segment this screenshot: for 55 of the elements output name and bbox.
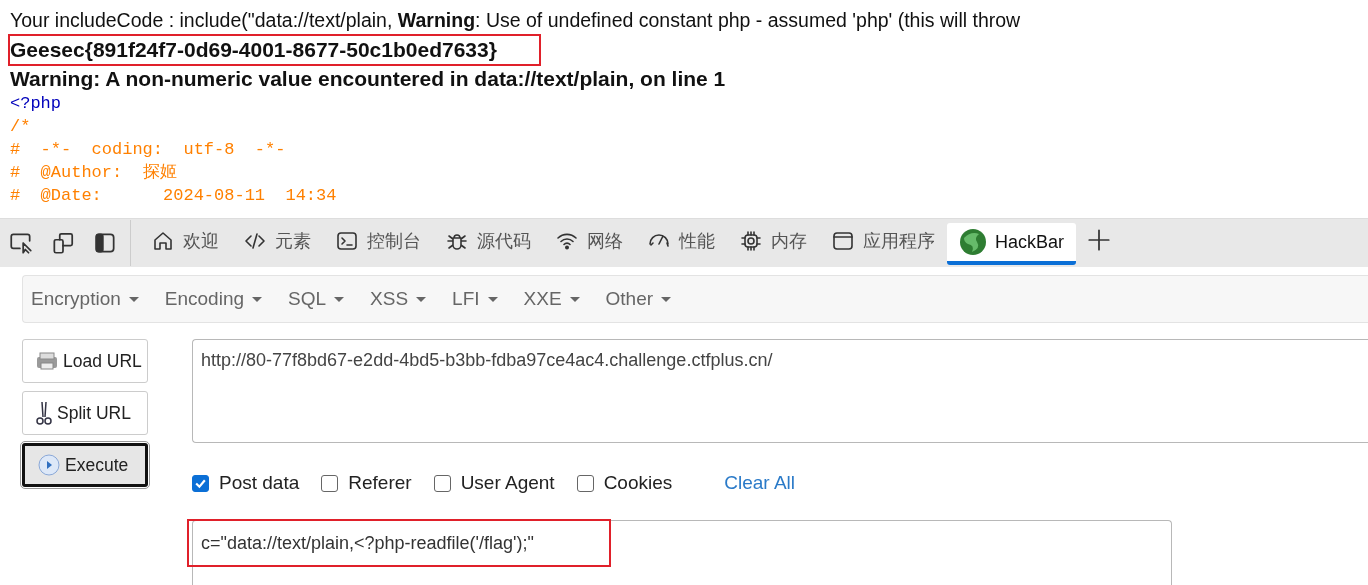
dropdown-menu[interactable]: Encryption: [31, 288, 139, 310]
devtools-tab[interactable]: 网络: [543, 222, 635, 264]
devtools-tab[interactable]: HackBar: [947, 223, 1077, 265]
checkbox-label: Post data: [219, 472, 300, 494]
checkbox[interactable]: [192, 474, 209, 492]
execute-button[interactable]: Execute: [22, 443, 148, 487]
device-icon: [50, 230, 76, 256]
source-code-line: # @Date: 2024-08-11 14:34: [10, 185, 337, 207]
source-code-line: <?php: [10, 93, 61, 115]
source-code-line: /*: [10, 116, 31, 138]
caret-icon: [252, 296, 262, 302]
window-icon: [831, 229, 855, 253]
dropdown-menu[interactable]: XSS: [370, 288, 427, 310]
checkbox-label: Referer: [348, 472, 412, 494]
dropdown-menu[interactable]: XXE: [523, 288, 580, 310]
checkbox[interactable]: [321, 474, 339, 492]
devtools-tab[interactable]: 元素: [231, 222, 323, 264]
sidebar-icon: [92, 230, 118, 256]
checkbox[interactable]: [576, 474, 594, 492]
caret-icon: [128, 296, 139, 302]
checkbox-label: Cookies: [603, 472, 673, 494]
devtools-tab[interactable]: 内存: [727, 222, 819, 264]
chip-icon: [739, 229, 763, 253]
split-url-button[interactable]: Split URL: [22, 391, 148, 435]
devtools-tab[interactable]: 控制台: [323, 222, 433, 264]
flag-text: Geesec{891f24f7-0d69-4001-8677-50c1b0ed7633}: [10, 37, 497, 63]
dropdown-menu[interactable]: LFI: [452, 288, 498, 310]
inspect-icon: [8, 230, 34, 256]
devtools-tab[interactable]: 应用程序: [819, 222, 947, 264]
url-field[interactable]: http://80-77f8bd67-e2dd-4bd5-b3bb-fdba97ce4ac4.challenge.ctfplus.cn/: [192, 339, 1368, 443]
caret-icon: [569, 296, 580, 302]
devtools-tab[interactable]: 欢迎: [139, 222, 231, 264]
console-icon: [335, 229, 359, 253]
scissors-icon: [35, 400, 53, 426]
caret-icon: [661, 296, 672, 302]
dropdown-menu[interactable]: Other: [605, 288, 672, 310]
globe-logo-icon: [959, 228, 987, 256]
home-icon: [151, 229, 175, 253]
source-code-line: # -*- coding: utf-8 -*-: [10, 139, 286, 161]
devtools-tab[interactable]: 源代码: [433, 222, 543, 264]
dropdown-menu[interactable]: Encoding: [164, 288, 262, 310]
caret-icon: [416, 296, 427, 302]
warning-text: Warning: A non-numeric value encountered in data://text/plain, on line 1: [10, 66, 727, 92]
devtools-tab[interactable]: 性能: [635, 222, 727, 264]
caret-icon: [487, 296, 498, 302]
dropdown-menu[interactable]: SQL: [288, 288, 345, 310]
printer-icon: [35, 351, 59, 371]
checkbox[interactable]: [433, 474, 451, 492]
play-icon: [37, 453, 61, 477]
checkbox-label: User Agent: [460, 472, 555, 494]
source-code-line: # @Author: 探姬: [10, 162, 177, 184]
caret-icon: [334, 296, 345, 302]
clear-all-link[interactable]: Clear All: [724, 472, 796, 494]
include-code-text: Your includeCode : include("data://text/plain, Warning: Use of undefined constant php - assumed 'php' (this will throw: [10, 8, 1022, 33]
load-url-button[interactable]: Load URL: [22, 339, 148, 383]
